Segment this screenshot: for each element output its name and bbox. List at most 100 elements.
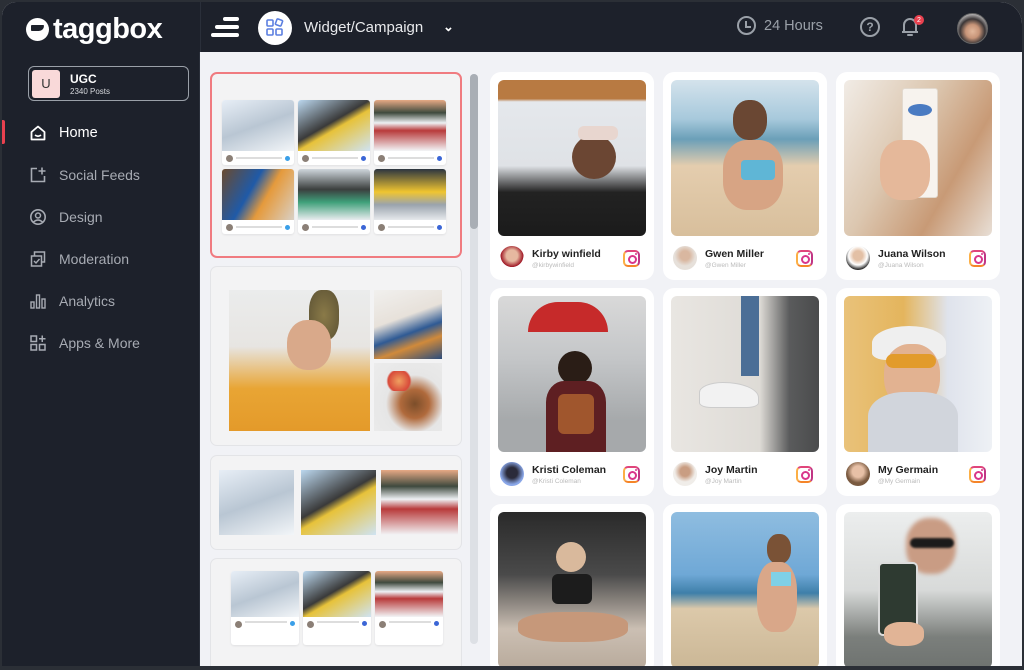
widget-grid-icon: [266, 18, 284, 36]
post-card[interactable]: Kirby winfield @kirbywinfield: [490, 72, 654, 280]
layout-option-masonry-cards[interactable]: [210, 558, 462, 668]
layout-panel-scrollbar[interactable]: [470, 74, 478, 644]
collage-side-image: [374, 290, 442, 359]
taggbox-logo-icon: [26, 18, 49, 41]
preview-card: [303, 571, 371, 645]
preview-card: [231, 571, 299, 645]
author-handle: @kirbywinfield: [532, 261, 574, 269]
layout-option-collage[interactable]: [210, 266, 462, 446]
sidebar-item-apps-more[interactable]: Apps & More: [2, 322, 200, 364]
account-badge: U: [32, 69, 60, 98]
sidebar-item-home[interactable]: Home: [2, 112, 200, 154]
slider-image: [381, 470, 458, 535]
account-switcher[interactable]: U UGC 2340 Posts: [28, 66, 189, 101]
post-image: [844, 296, 992, 452]
bar-chart-icon: [29, 292, 47, 310]
author-name: Kristi Coleman: [532, 463, 607, 476]
time-range-selector[interactable]: 24 Hours: [737, 16, 823, 35]
post-card[interactable]: [836, 504, 1000, 668]
author-avatar: [846, 462, 870, 486]
taggbox-logo[interactable]: taggbox: [26, 13, 163, 46]
instagram-icon: [623, 465, 640, 483]
time-range-label: 24 Hours: [764, 17, 823, 34]
preview-card: [222, 169, 294, 234]
post-image: [671, 80, 819, 236]
sidebar-nav: Home Social Feeds Design Moderation Anal…: [2, 112, 200, 364]
author-name: Juana Wilson: [878, 247, 946, 260]
post-card[interactable]: Juana Wilson @Juana Wilson: [836, 72, 1000, 280]
layout-option-grid-cards[interactable]: [210, 72, 462, 258]
home-icon: [29, 124, 47, 142]
post-image: [844, 80, 992, 236]
post-card[interactable]: Kristi Coleman @Kristi Coleman: [490, 288, 654, 496]
sidebar-item-label: Analytics: [59, 293, 116, 309]
author-avatar: [673, 246, 697, 270]
author-avatar: [500, 246, 524, 270]
author-handle: @My Germain: [878, 477, 920, 485]
preview-card: [375, 571, 443, 645]
instagram-icon: [796, 249, 813, 267]
twitter-icon: [285, 224, 290, 230]
author-avatar: [673, 462, 697, 486]
layout-preview: [231, 571, 443, 645]
post-card[interactable]: Gwen Miller @Gwen Miller: [663, 72, 827, 280]
preview-card: [298, 100, 370, 165]
layout-picker-panel: [200, 52, 482, 668]
author-name: Joy Martin: [705, 463, 758, 476]
post-card[interactable]: My Germain @My Germain: [836, 288, 1000, 496]
preview-card: [298, 169, 370, 234]
layout-option-slider[interactable]: [210, 455, 462, 550]
sidebar-item-label: Apps & More: [59, 335, 140, 351]
post-image: [498, 296, 646, 452]
author-name: Gwen Miller: [705, 247, 764, 260]
preview-card: [222, 100, 294, 165]
instagram-icon: [969, 249, 986, 267]
twitter-icon: [290, 621, 295, 626]
apps-icon: [29, 334, 47, 352]
hamburger-line: [215, 25, 239, 29]
scrollbar-thumb[interactable]: [470, 74, 478, 229]
sidebar: U UGC 2340 Posts Home Social Feeds Desig…: [2, 52, 200, 668]
app-window: taggbox Widget/Campaign ⌄ 24 Hours ? 2 U…: [2, 2, 1022, 668]
post-card[interactable]: [663, 504, 827, 668]
post-image: [671, 512, 819, 668]
widget-icon[interactable]: [258, 11, 292, 45]
post-card[interactable]: [490, 504, 654, 668]
facebook-icon: [362, 621, 367, 626]
ugc-gallery: Kirby winfield @kirbywinfield Gwen Miller…: [482, 52, 1022, 668]
facebook-icon: [434, 621, 439, 626]
menu-toggle-button[interactable]: [211, 15, 239, 39]
author-handle: @Juana Wilson: [878, 261, 924, 269]
window-bottom-edge: [0, 666, 1024, 670]
chevron-down-icon[interactable]: ⌄: [443, 19, 454, 35]
user-avatar[interactable]: [957, 13, 988, 44]
author-name: Kirby winfield: [532, 247, 601, 260]
sidebar-item-design[interactable]: Design: [2, 196, 200, 238]
author-handle: @Joy Martin: [705, 477, 742, 485]
author-avatar: [500, 462, 524, 486]
sidebar-item-label: Social Feeds: [59, 167, 140, 183]
divider: [200, 2, 201, 52]
notification-count-badge: 2: [914, 15, 924, 25]
preview-card: [374, 169, 446, 234]
sidebar-item-analytics[interactable]: Analytics: [2, 280, 200, 322]
instagram-icon: [623, 249, 640, 267]
hamburger-line: [223, 17, 239, 21]
moderation-icon: [29, 250, 47, 268]
twitter-icon: [285, 155, 290, 161]
sidebar-item-moderation[interactable]: Moderation: [2, 238, 200, 280]
post-image: [498, 512, 646, 668]
top-bar: taggbox Widget/Campaign ⌄ 24 Hours ? 2: [2, 2, 1022, 52]
sidebar-item-social-feeds[interactable]: Social Feeds: [2, 154, 200, 196]
widget-campaign-selector[interactable]: Widget/Campaign: [304, 19, 423, 36]
account-title: UGC: [70, 71, 97, 86]
author-handle: @Kristi Coleman: [532, 477, 581, 485]
sidebar-item-label: Moderation: [59, 251, 130, 267]
sidebar-item-label: Design: [59, 209, 103, 225]
hamburger-line: [211, 33, 239, 37]
post-card[interactable]: Joy Martin @Joy Martin: [663, 288, 827, 496]
help-icon[interactable]: ?: [860, 17, 880, 37]
facebook-icon: [437, 224, 442, 230]
preview-card: [374, 100, 446, 165]
slider-image: [219, 470, 294, 535]
